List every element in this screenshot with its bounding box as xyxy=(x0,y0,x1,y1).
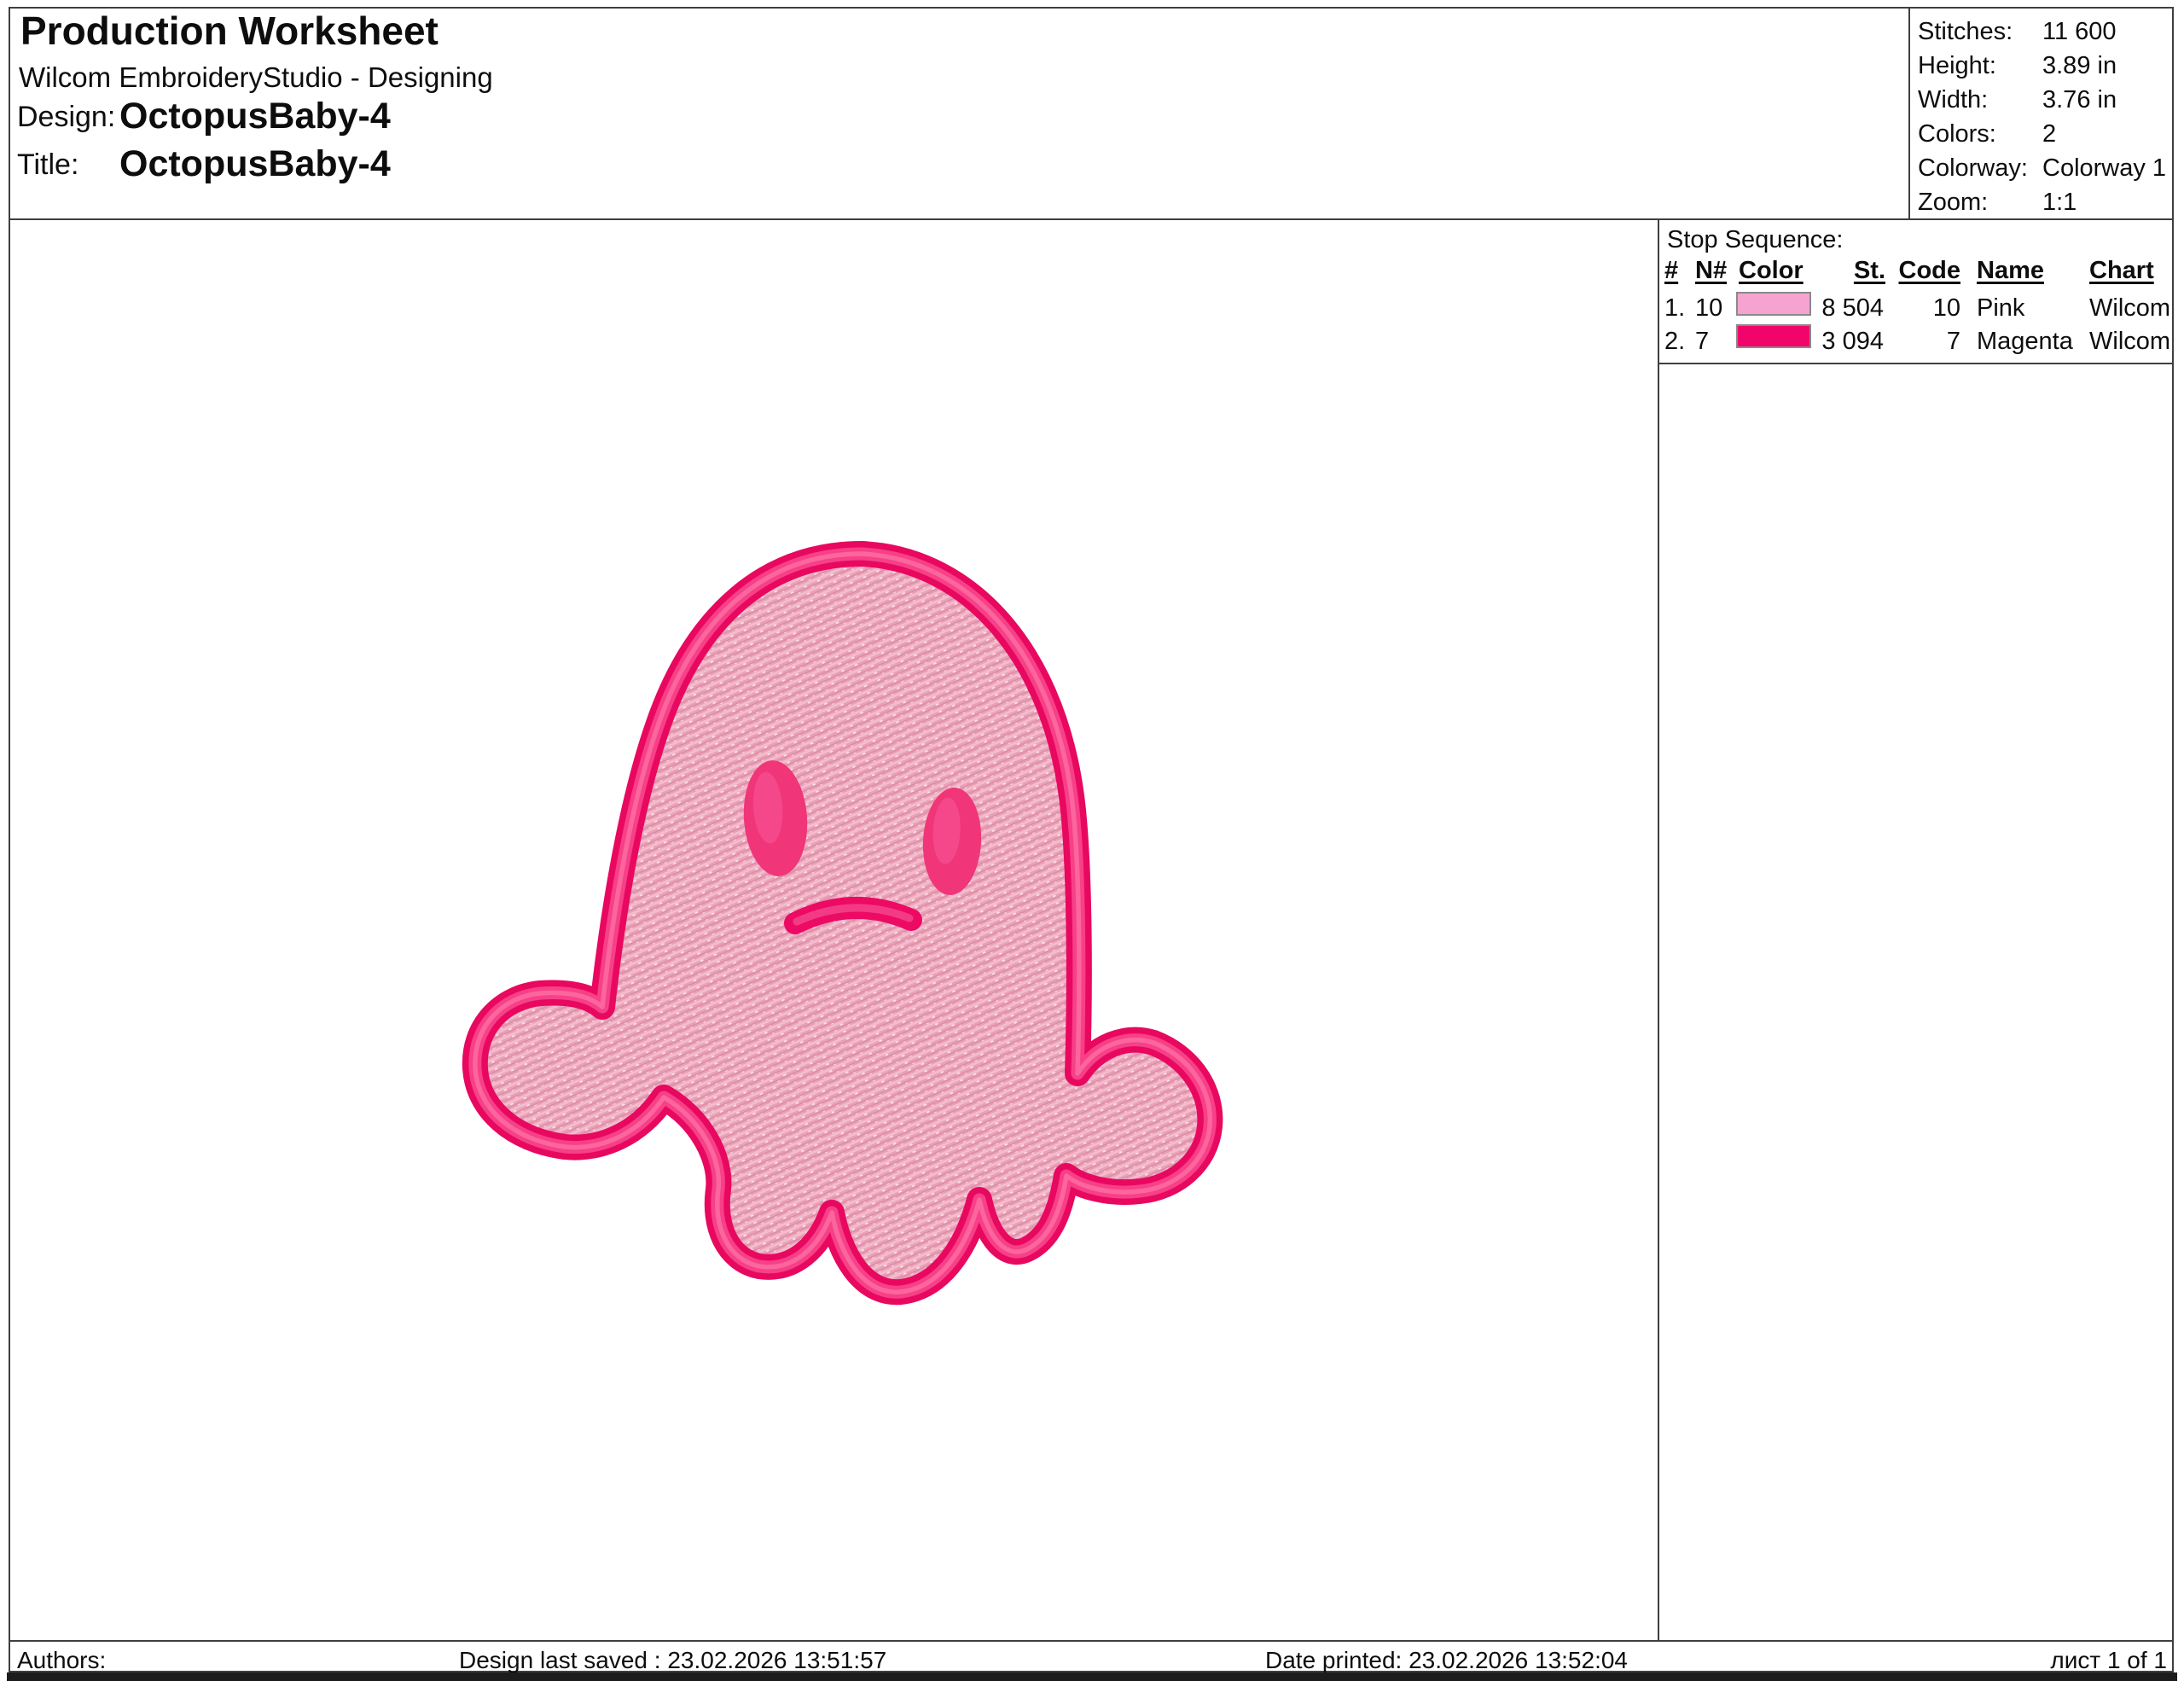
row-index: 2. xyxy=(1664,327,1685,356)
col-header-stitches: St. xyxy=(1815,256,1885,285)
page-bottom-edge xyxy=(7,1672,2177,1681)
footer-authors: Authors: xyxy=(17,1647,106,1674)
row-stitches: 8 504 xyxy=(1805,294,1884,323)
info-value: 2 xyxy=(2042,119,2056,148)
info-label: Width: xyxy=(1918,85,1988,114)
design-label: Design: xyxy=(17,101,115,133)
info-label: Height: xyxy=(1918,51,1996,80)
col-header-color: Color xyxy=(1739,256,1804,285)
stop-sequence-title: Stop Sequence: xyxy=(1667,225,1843,254)
canvas-right-divider xyxy=(1658,220,1659,1642)
col-header-code: Code xyxy=(1896,256,1960,285)
row-stitches: 3 094 xyxy=(1805,327,1884,356)
info-label: Colors: xyxy=(1918,119,1996,148)
row-chart: Wilcom xyxy=(2089,327,2170,356)
design-name: OctopusBaby-4 xyxy=(119,96,391,137)
stop-sequence-bottom-border xyxy=(1659,363,2174,364)
title-name: OctopusBaby-4 xyxy=(119,143,391,184)
col-header-needle: N# xyxy=(1695,256,1727,285)
footer-date-printed: Date printed: 23.02.2026 13:52:04 xyxy=(1265,1647,1628,1674)
info-label: Stitches: xyxy=(1918,17,2013,46)
footer-page-number: лист 1 of 1 xyxy=(1877,1647,2167,1674)
info-value: 1:1 xyxy=(2042,188,2077,217)
row-needle: 7 xyxy=(1695,327,1709,356)
footer-last-saved: Design last saved : 23.02.2026 13:51:57 xyxy=(459,1647,886,1674)
design-canvas xyxy=(9,220,1658,1640)
row-chart: Wilcom xyxy=(2089,294,2170,323)
info-label: Zoom: xyxy=(1918,188,1988,217)
row-needle: 10 xyxy=(1695,294,1722,323)
header-info-divider xyxy=(1908,7,1910,220)
title-label: Title: xyxy=(17,148,78,181)
info-label: Colorway: xyxy=(1918,154,2028,183)
row-index: 1. xyxy=(1664,294,1685,323)
row-color-name: Magenta xyxy=(1977,327,2073,356)
info-value: Colorway 1 xyxy=(2042,154,2166,183)
row-code: 10 xyxy=(1896,294,1960,323)
info-value: 3.89 in xyxy=(2042,51,2117,80)
embroidery-design-octopus xyxy=(475,554,1211,1292)
col-header-name: Name xyxy=(1977,256,2044,285)
row-code: 7 xyxy=(1896,327,1960,356)
footer-top-border xyxy=(9,1640,2174,1642)
row-color-name: Pink xyxy=(1977,294,2024,323)
info-value: 11 600 xyxy=(2042,17,2117,46)
info-value: 3.76 in xyxy=(2042,85,2117,114)
page-title: Production Worksheet xyxy=(20,9,439,53)
octopus-body-outline xyxy=(475,554,1211,1292)
app-subtitle: Wilcom EmbroideryStudio - Designing xyxy=(19,61,493,94)
thread-color-swatch xyxy=(1736,324,1811,348)
col-header-chart: Chart xyxy=(2089,256,2154,285)
thread-color-swatch xyxy=(1736,292,1811,316)
production-worksheet-page: Production Worksheet Wilcom EmbroiderySt… xyxy=(0,0,2184,1681)
col-header-index: # xyxy=(1664,256,1678,285)
